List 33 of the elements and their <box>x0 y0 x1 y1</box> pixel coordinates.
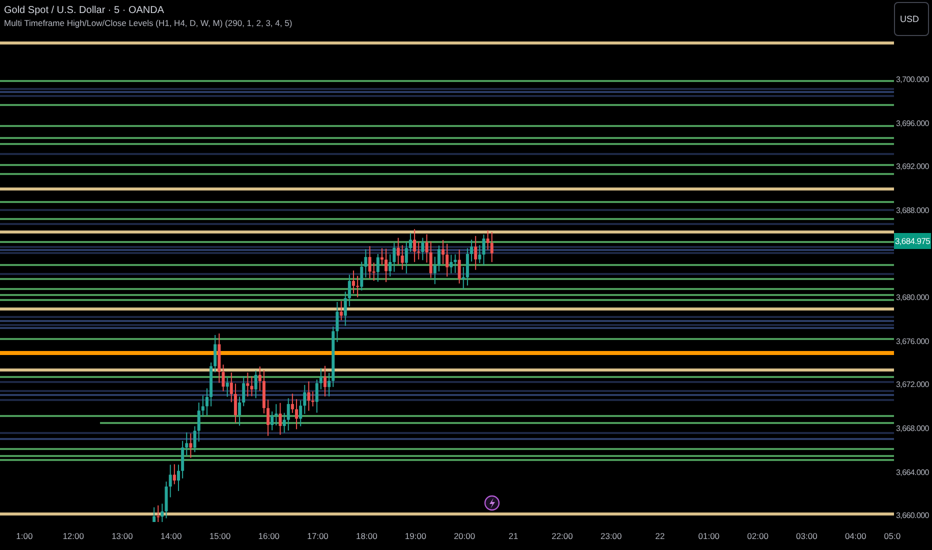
time-label: 03:00 <box>795 531 818 541</box>
time-label: 23:00 <box>599 531 623 541</box>
price-label: 3,672.000 <box>896 379 930 392</box>
time-label: 01:00 <box>697 531 721 541</box>
price-label: 3,688.000 <box>896 205 930 218</box>
time-label: 05:0 <box>884 531 901 541</box>
price-label: 3,696.000 <box>896 118 930 130</box>
time-label: 15:00 <box>208 531 232 541</box>
price-label: 3,680.000 <box>896 292 930 304</box>
time-label: 19:00 <box>404 531 428 541</box>
price-label: 3,664.000 <box>896 466 930 479</box>
indicator-label: Multi Timeframe High/Low/Close Levels (H1, H4, D, W, M) (290, 1, 2, 3, 4, 5) <box>4 18 292 28</box>
time-label: 16:00 <box>257 531 281 541</box>
lightning-icon[interactable] <box>484 495 500 511</box>
time-label: 14:00 <box>159 531 183 541</box>
time-label: 02:00 <box>746 531 770 541</box>
time-label: 1:00 <box>15 531 34 541</box>
price-label: 3,668.000 <box>896 423 930 436</box>
currency-button[interactable]: USD <box>894 2 929 36</box>
time-label: 22 <box>654 531 666 541</box>
time-label: 20:00 <box>452 531 476 541</box>
time-label: 17:00 <box>306 531 330 541</box>
time-label: 13:00 <box>110 531 134 541</box>
price-label: 3,692.000 <box>896 161 930 174</box>
symbol-title: Gold Spot / U.S. Dollar · 5 · OANDA <box>4 5 166 16</box>
price-label: 3,700.000 <box>896 74 930 86</box>
time-label: 04:00 <box>844 531 868 541</box>
last-price-badge: 3,684.975 <box>894 233 931 249</box>
time-label: 22:00 <box>550 531 574 541</box>
time-label: 18:00 <box>355 531 378 541</box>
time-label: 12:00 <box>62 531 85 541</box>
price-label: 3,676.000 <box>896 336 930 348</box>
time-label: 21 <box>508 531 520 541</box>
